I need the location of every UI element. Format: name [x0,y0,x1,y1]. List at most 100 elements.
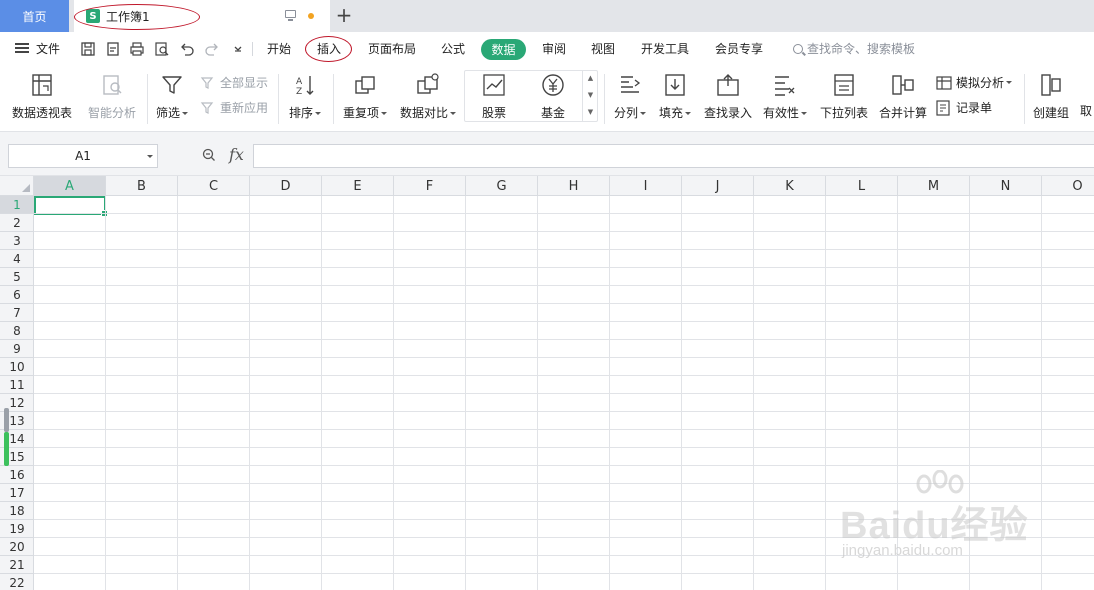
left-scroll-indicator[interactable] [4,408,9,466]
column-header-o[interactable]: O [1042,176,1094,196]
filter-clear-icon [200,76,214,89]
row-header-20[interactable]: 20 [0,538,34,556]
fill-button[interactable]: 填充 [659,72,692,121]
column-header-k[interactable]: K [754,176,826,196]
column-header-f[interactable]: F [394,176,466,196]
menu-page-layout[interactable]: 页面布局 [368,40,416,57]
column-header-n[interactable]: N [970,176,1042,196]
column-header-g[interactable]: G [466,176,538,196]
print-icon[interactable] [129,41,145,57]
create-group-button[interactable]: 创建组 [1033,72,1069,121]
ribbon-divider [604,74,605,124]
row-header-2[interactable]: 2 [0,214,34,232]
row-header-5[interactable]: 5 [0,268,34,286]
row-header-3[interactable]: 3 [0,232,34,250]
quick-access-dropdown-icon[interactable] [230,41,246,57]
menu-review[interactable]: 审阅 [542,40,566,57]
row-header-10[interactable]: 10 [0,358,34,376]
show-all-button[interactable]: 全部显示 [200,74,268,91]
dropdown-list-label: 下拉列表 [820,106,869,120]
split-column-button[interactable]: 分列 [614,72,647,121]
column-header-l[interactable]: L [826,176,898,196]
command-search[interactable]: 查找命令、搜索模板 [793,40,915,57]
smart-analysis-button[interactable]: 智能分析 [88,72,136,121]
column-header-h[interactable]: H [538,176,610,196]
print-preview-icon[interactable] [154,41,170,57]
row-header-18[interactable]: 18 [0,502,34,520]
tab-workbook[interactable]: S 工作簿1 [74,0,330,32]
lookup-entry-button[interactable]: 查找录入 [704,72,752,121]
row-header-4[interactable]: 4 [0,250,34,268]
monitor-icon[interactable] [285,10,296,21]
row-header-11[interactable]: 11 [0,376,34,394]
gallery-more-icon[interactable]: ▼ [583,104,598,121]
pivot-table-button[interactable]: 数据透视表 [12,72,72,121]
column-header-e[interactable]: E [322,176,394,196]
save-icon[interactable] [80,41,96,57]
redo-icon[interactable] [204,41,220,57]
grid-row-line [34,393,1094,394]
column-header-i[interactable]: I [610,176,682,196]
undo-icon[interactable] [179,41,195,57]
fund-button[interactable]: 基金 [540,72,566,121]
stock-button[interactable]: 股票 [481,72,507,121]
menu-member[interactable]: 会员专享 [715,40,763,57]
row-header-6[interactable]: 6 [0,286,34,304]
row-header-9[interactable]: 9 [0,340,34,358]
menu-start[interactable]: 开始 [267,40,291,57]
column-header-c[interactable]: C [178,176,250,196]
row-header-17[interactable]: 17 [0,484,34,502]
name-box-dropdown-icon[interactable] [147,155,153,158]
row-header-1[interactable]: 1 [0,196,34,214]
validity-button[interactable]: 有效性 [763,72,808,121]
column-header-j[interactable]: J [682,176,754,196]
add-tab-button[interactable]: + [334,3,354,27]
menu-developer[interactable]: 开发工具 [641,40,689,57]
command-search-placeholder: 查找命令、搜索模板 [807,42,916,56]
gallery-up-icon[interactable]: ▲ [583,70,598,87]
grid-row-line [34,375,1094,376]
formula-input[interactable] [253,144,1094,168]
menu-data[interactable]: 数据 [481,39,526,60]
dropdown-list-button[interactable]: 下拉列表 [820,72,868,121]
data-compare-button[interactable]: 数据对比 [400,72,457,121]
filter-button[interactable]: 筛选 [156,72,189,121]
select-all-corner[interactable] [0,176,34,196]
ungroup-button-partial[interactable]: 取 [1080,102,1092,119]
duplicates-button[interactable]: 重复项 [343,72,388,121]
what-if-analysis-button[interactable]: 模拟分析 [936,74,1013,91]
annotation-ellipse-insert [305,36,352,62]
annotation-ellipse [74,4,200,30]
sort-button[interactable]: AZ 排序 [289,72,322,121]
menu-formula[interactable]: 公式 [441,40,465,57]
record-form-button[interactable]: 记录单 [936,99,992,116]
export-pdf-icon[interactable] [105,41,121,57]
consolidate-button[interactable]: 合并计算 [879,72,927,121]
row-header-21[interactable]: 21 [0,556,34,574]
svg-text:A: A [296,77,303,87]
name-box[interactable]: A1 [8,144,158,168]
column-header-d[interactable]: D [250,176,322,196]
grid-row-line [34,321,1094,322]
menu-view[interactable]: 视图 [591,40,615,57]
zoom-icon[interactable] [202,148,216,162]
gallery-down-icon[interactable]: ▼ [583,87,598,104]
tab-home[interactable]: 首页 [0,0,69,32]
row-header-16[interactable]: 16 [0,466,34,484]
fx-icon[interactable]: fx [229,145,244,164]
cell-area[interactable] [34,196,1094,590]
row-header-22[interactable]: 22 [0,574,34,590]
row-header-7[interactable]: 7 [0,304,34,322]
gallery-scroll[interactable]: ▲ ▼ ▼ [582,70,598,122]
filter-label: 筛选 [156,104,189,121]
fund-label: 基金 [540,106,565,120]
column-header-m[interactable]: M [898,176,970,196]
menu-file[interactable]: 文件 [36,40,60,57]
spreadsheet-grid: ABCDEFGHIJKLMNO 1 2 3 4 5 6 7 8 9 10 11 12 13 14 15 16 1… [0,176,1094,590]
column-header-b[interactable]: B [106,176,178,196]
hamburger-icon[interactable] [15,43,29,53]
column-header-a[interactable]: A [34,176,106,196]
reapply-button[interactable]: 重新应用 [200,99,268,116]
row-header-19[interactable]: 19 [0,520,34,538]
row-header-8[interactable]: 8 [0,322,34,340]
